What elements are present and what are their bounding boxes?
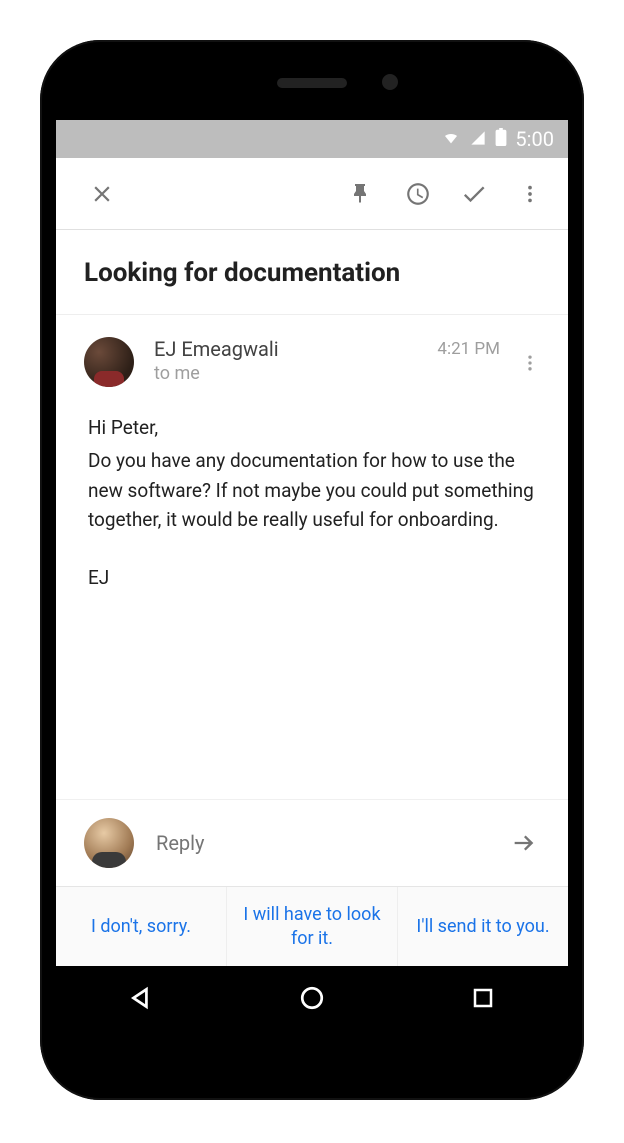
phone-frame: 5:00 Looking for documentation	[40, 40, 584, 1100]
square-recents-icon	[471, 986, 495, 1010]
nav-back-button[interactable]	[111, 978, 171, 1018]
message-text: Do you have any documentation for how to…	[88, 446, 536, 534]
more-vert-icon	[519, 183, 541, 205]
message-body: Hi Peter, Do you have any documentation …	[56, 387, 568, 799]
cell-signal-icon	[469, 127, 487, 151]
arrow-right-icon	[510, 829, 538, 857]
battery-icon	[495, 127, 507, 151]
forward-button[interactable]	[504, 823, 544, 863]
wifi-icon	[441, 127, 461, 151]
pin-icon	[350, 182, 374, 206]
toolbar	[56, 158, 568, 230]
smart-reply-1[interactable]: I don't, sorry.	[56, 887, 227, 966]
triangle-back-icon	[128, 985, 154, 1011]
smart-reply-2[interactable]: I will have to look for it.	[227, 887, 398, 966]
phone-camera	[382, 74, 398, 90]
smart-replies: I don't, sorry. I will have to look for …	[56, 886, 568, 966]
nav-recents-button[interactable]	[453, 978, 513, 1018]
clock-icon	[405, 181, 431, 207]
message-signature: EJ	[88, 563, 536, 592]
pin-button[interactable]	[334, 166, 390, 222]
status-bar: 5:00	[56, 120, 568, 158]
sender-block[interactable]: EJ Emeagwali to me	[154, 337, 437, 384]
overflow-button[interactable]	[502, 166, 558, 222]
sender-name: EJ Emeagwali	[154, 337, 437, 361]
more-vert-icon	[520, 353, 540, 373]
android-navbar	[56, 966, 568, 1030]
circle-home-icon	[299, 985, 325, 1011]
sender-to-line: to me	[154, 363, 437, 384]
my-avatar	[84, 818, 134, 868]
close-icon	[89, 181, 115, 207]
close-button[interactable]	[74, 166, 130, 222]
phone-speaker	[277, 78, 347, 88]
nav-home-button[interactable]	[282, 978, 342, 1018]
sender-avatar[interactable]	[84, 337, 134, 387]
smart-reply-3[interactable]: I'll send it to you.	[398, 887, 568, 966]
done-button[interactable]	[446, 166, 502, 222]
message-greeting: Hi Peter,	[88, 413, 536, 442]
reply-placeholder: Reply	[156, 831, 504, 855]
snooze-button[interactable]	[390, 166, 446, 222]
status-time: 5:00	[515, 127, 554, 151]
message-header: EJ Emeagwali to me 4:21 PM	[56, 315, 568, 387]
reply-row[interactable]: Reply	[56, 799, 568, 886]
check-icon	[460, 180, 488, 208]
message-overflow-button[interactable]	[510, 343, 550, 383]
email-subject: Looking for documentation	[56, 230, 568, 315]
message-time: 4:21 PM	[437, 339, 500, 359]
screen: 5:00 Looking for documentation	[56, 120, 568, 1030]
